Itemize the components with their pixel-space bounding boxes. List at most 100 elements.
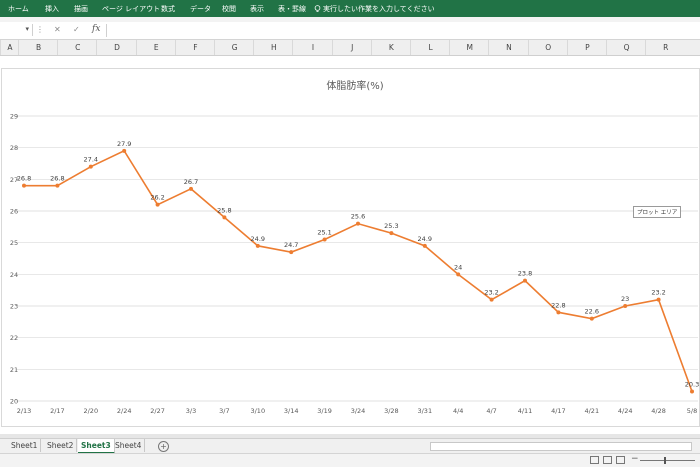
confirm-icon[interactable]: ✓: [73, 25, 80, 34]
data-point[interactable]: [523, 278, 527, 283]
x-tick-label: 4/28: [651, 407, 666, 415]
cancel-icon[interactable]: ✕: [54, 25, 61, 34]
data-point[interactable]: [356, 221, 360, 226]
x-tick-label: 4/24: [618, 407, 633, 415]
column-header-h[interactable]: H: [253, 40, 293, 55]
column-header-d[interactable]: D: [96, 40, 136, 55]
sheet-tab-3-active[interactable]: Sheet3: [78, 439, 115, 454]
data-point[interactable]: [189, 186, 193, 191]
add-sheet-icon[interactable]: +: [158, 441, 169, 452]
x-tick-label: 4/4: [453, 407, 463, 415]
chevron-down-icon[interactable]: ▾: [25, 25, 29, 33]
x-tick-label: 3/10: [250, 407, 265, 415]
x-tick-label: 4/21: [584, 407, 599, 415]
data-label: 23.2: [484, 289, 498, 297]
data-label: 20.3: [685, 381, 699, 389]
data-point[interactable]: [322, 237, 327, 242]
horizontal-scrollbar[interactable]: [430, 442, 692, 451]
data-point[interactable]: [456, 272, 461, 277]
zoom-out-icon[interactable]: −: [631, 454, 639, 464]
data-label: 23.2: [651, 289, 665, 297]
tab-data[interactable]: データ: [190, 4, 211, 14]
y-tick-label: 20: [10, 398, 18, 406]
tell-me-text: 実行したい作業を入力してください: [323, 5, 435, 13]
data-label: 25.8: [217, 206, 231, 214]
page-layout-view-icon[interactable]: [603, 456, 612, 464]
data-point[interactable]: [389, 231, 394, 236]
data-point[interactable]: [690, 389, 694, 394]
column-header-l[interactable]: L: [410, 40, 450, 55]
x-axis: 2/13 2/17 2/20 2/24 2/27 3/3 3/7 3/10 3/14 3/19 3/…: [17, 407, 698, 415]
page-break-view-icon[interactable]: [616, 456, 625, 464]
data-point[interactable]: [422, 243, 427, 248]
x-tick-label: 2/13: [17, 407, 32, 415]
tab-page-layout[interactable]: ページ レイアウト: [102, 4, 160, 14]
data-point[interactable]: [22, 183, 26, 188]
data-point[interactable]: [88, 164, 93, 169]
data-label: 26.8: [17, 175, 31, 183]
x-tick-label: 2/17: [50, 407, 65, 415]
x-tick-label: 3/7: [219, 407, 229, 415]
line-chart[interactable]: 体脂肪率(%) 20212223242526272829 2/13 2/17 2/2…: [2, 69, 699, 426]
column-header-k[interactable]: K: [370, 40, 411, 55]
data-label: 26.7: [184, 178, 198, 186]
tab-formulas[interactable]: 数式: [161, 4, 175, 14]
tab-home[interactable]: ホーム: [8, 4, 29, 14]
data-point[interactable]: [255, 243, 260, 248]
x-tick-label: 2/24: [117, 407, 132, 415]
data-label: 27.9: [117, 140, 131, 148]
column-header-g[interactable]: G: [214, 40, 254, 55]
data-label: 26.2: [150, 194, 164, 202]
x-tick-label: 3/14: [284, 407, 299, 415]
x-tick-label: 3/28: [384, 407, 399, 415]
column-header-o[interactable]: O: [527, 40, 568, 55]
lightbulb-icon: [314, 5, 321, 12]
data-label: 25.1: [317, 229, 331, 237]
column-header-p[interactable]: P: [566, 40, 607, 55]
sheet-tab-4[interactable]: Sheet4: [112, 439, 146, 452]
plot-area-tooltip: プロット エリア: [633, 206, 682, 218]
name-box[interactable]: ▾: [0, 24, 33, 36]
data-point[interactable]: [155, 202, 160, 207]
normal-view-icon[interactable]: [590, 456, 599, 464]
data-point[interactable]: [556, 310, 561, 315]
data-point[interactable]: [623, 304, 628, 308]
data-point[interactable]: [55, 183, 60, 188]
data-label: 24: [454, 263, 462, 271]
insert-function-button[interactable]: fx: [92, 24, 100, 34]
data-points[interactable]: [22, 148, 694, 394]
column-header-q[interactable]: Q: [606, 40, 646, 55]
data-point[interactable]: [122, 148, 127, 153]
data-point[interactable]: [489, 297, 494, 302]
column-header-i[interactable]: I: [292, 40, 332, 55]
column-header-r[interactable]: R: [645, 40, 685, 55]
tell-me-box[interactable]: 実行したい作業を入力してください: [314, 4, 435, 14]
x-tick-label: 2/27: [150, 407, 165, 415]
column-header-n[interactable]: N: [488, 40, 528, 55]
tab-table-borders[interactable]: 表・罫線: [278, 4, 306, 14]
chart-title[interactable]: 体脂肪率(%): [326, 79, 383, 92]
column-header-e[interactable]: E: [135, 40, 176, 55]
data-point[interactable]: [289, 250, 294, 255]
sheet-tab-2[interactable]: Sheet2: [44, 439, 78, 452]
column-header-b[interactable]: B: [18, 40, 58, 55]
tab-view[interactable]: 表示: [250, 4, 264, 14]
column-header-f[interactable]: F: [174, 40, 215, 55]
sheet-tab-1[interactable]: Sheet1: [8, 439, 42, 452]
column-header-a[interactable]: A: [0, 40, 19, 55]
data-point[interactable]: [589, 316, 594, 321]
zoom-slider-knob[interactable]: [664, 457, 666, 464]
data-point[interactable]: [222, 215, 227, 220]
tab-review[interactable]: 校閲: [222, 4, 236, 14]
tab-insert[interactable]: 挿入: [45, 4, 59, 14]
column-header-m[interactable]: M: [449, 40, 489, 55]
column-header-c[interactable]: C: [57, 40, 97, 55]
tab-draw[interactable]: 描画: [74, 4, 88, 14]
series-line[interactable]: [24, 149, 693, 392]
data-point[interactable]: [656, 297, 661, 302]
more-dots-icon: ⋮: [36, 25, 44, 34]
column-header-j[interactable]: J: [331, 40, 372, 55]
formula-bar: ▾ ⋮ ✕ ✓ fx: [0, 22, 700, 40]
zoom-slider[interactable]: [640, 460, 695, 461]
chart-area[interactable]: 体脂肪率(%) 20 21 22 23 24 25 26 27 28 29 2/13 2/17 2/2…: [1, 68, 700, 427]
